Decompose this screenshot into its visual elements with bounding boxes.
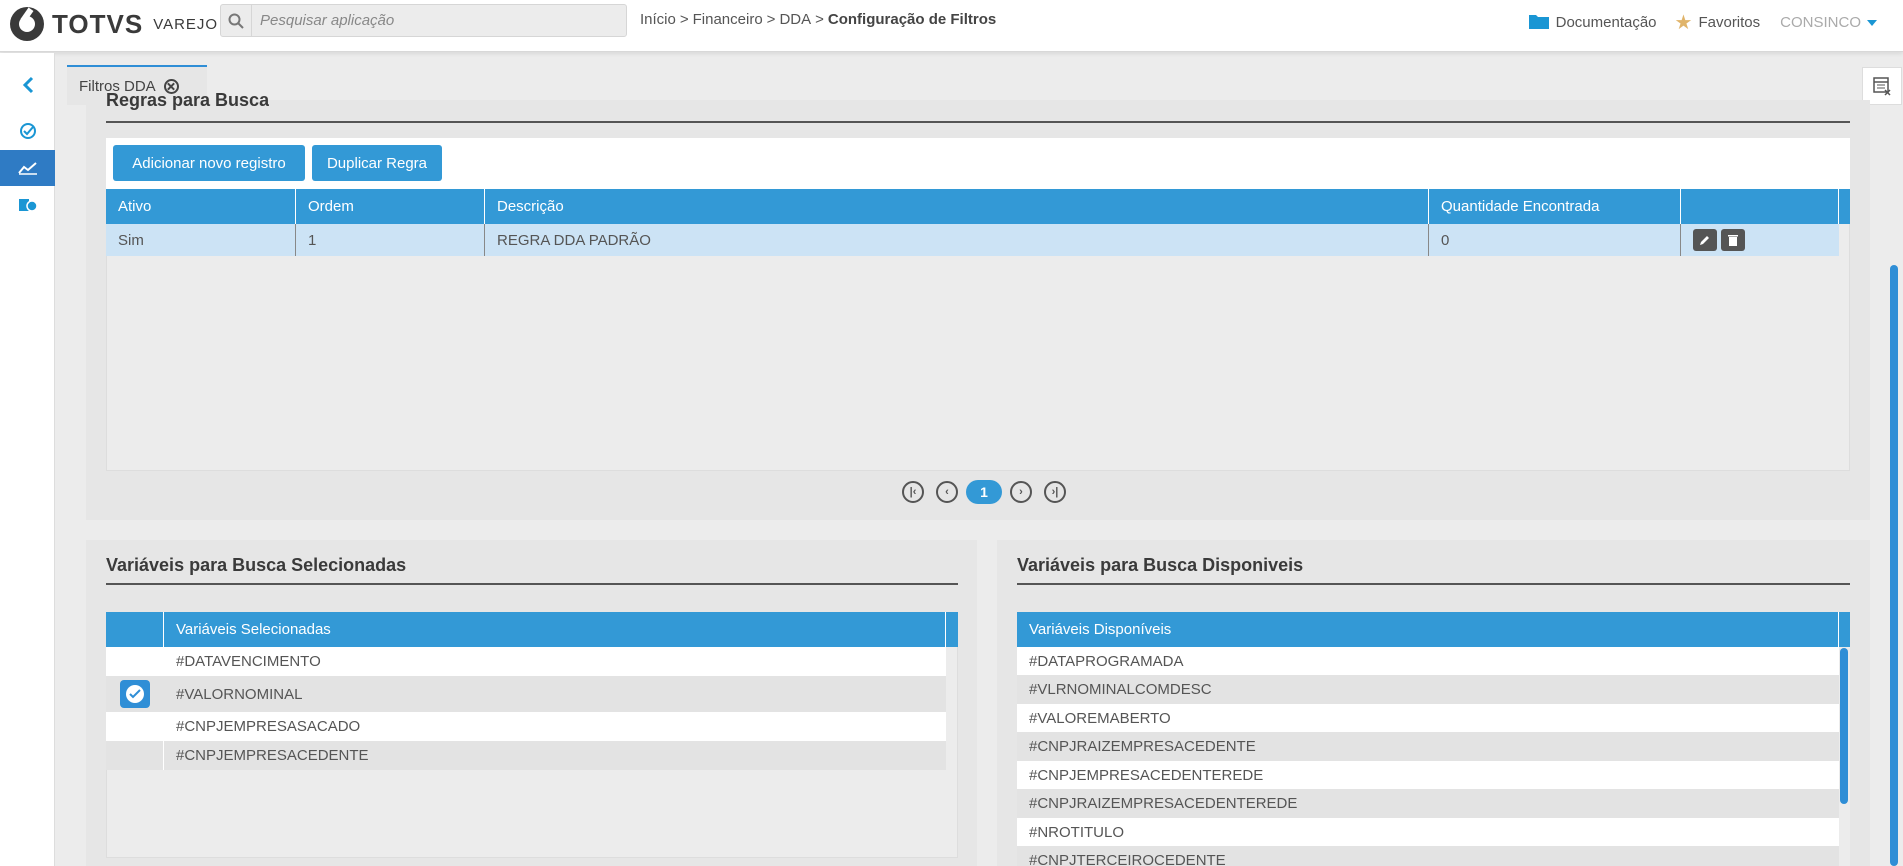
rules-title: Regras para Busca — [106, 90, 270, 110]
available-list: #DATAPROGRAMADA #VLRNOMINALCOMDESC #VALO… — [1017, 647, 1839, 866]
list-item[interactable]: #CNPJEMPRESACEDENTE — [106, 741, 946, 770]
list-item[interactable]: #CNPJRAIZEMPRESACEDENTE — [1017, 732, 1839, 761]
selected-variables-title: Variáveis para Busca Selecionadas — [106, 555, 407, 575]
page-scrollbar[interactable] — [1890, 265, 1898, 866]
cell-quantidade: 0 — [1429, 224, 1681, 256]
cell-ordem: 1 — [296, 224, 485, 256]
column-variaveis-disponiveis[interactable]: Variáveis Disponíveis — [1017, 612, 1839, 647]
column-quantidade[interactable]: Quantidade Encontrada — [1429, 189, 1681, 224]
breadcrumb-separator: > — [679, 11, 689, 28]
sidebar — [0, 53, 55, 866]
previous-page-icon[interactable]: ‹ — [936, 481, 958, 503]
finance-icon[interactable] — [0, 187, 55, 223]
logo-text: TOTVS — [52, 8, 144, 39]
top-bar: TOTVS VAREJO Início>Financeiro>DDA>Confi… — [0, 0, 1903, 52]
top-right-menu: Documentação ★ Favoritos CONSINCO — [1510, 10, 1877, 35]
last-page-icon[interactable]: ›| — [1044, 481, 1066, 503]
column-variaveis-selecionadas[interactable]: Variáveis Selecionadas — [164, 612, 946, 647]
available-title-divider — [1017, 583, 1850, 585]
search-box — [220, 4, 627, 37]
list-item[interactable]: #CNPJEMPRESASACADO — [106, 712, 946, 741]
next-page-icon[interactable]: › — [1010, 481, 1032, 503]
duplicate-rule-button[interactable]: Duplicar Regra — [312, 145, 442, 181]
list-item[interactable]: #VALORNOMINAL — [106, 676, 946, 712]
available-grid-header: Variáveis Disponíveis — [1017, 612, 1850, 647]
list-item[interactable]: #CNPJEMPRESACEDENTEREDE — [1017, 761, 1839, 789]
folder-icon — [1528, 12, 1550, 34]
checked-icon[interactable] — [120, 680, 150, 708]
current-page[interactable]: 1 — [966, 480, 1002, 504]
column-actions — [1681, 189, 1839, 224]
cell-descricao: REGRA DDA PADRÃO — [485, 224, 1429, 256]
table-row[interactable]: Sim 1 REGRA DDA PADRÃO 0 — [106, 224, 1839, 256]
column-descricao[interactable]: Descrição — [485, 189, 1429, 224]
available-list-scrollbar[interactable] — [1840, 648, 1848, 804]
logo-subtitle: VAREJO — [153, 15, 219, 33]
edit-icon[interactable] — [1693, 229, 1717, 251]
rules-grid-header: Ativo Ordem Descrição Quantidade Encontr… — [106, 189, 1850, 224]
totvs-logo[interactable]: TOTVS VAREJO — [10, 4, 218, 44]
cell-actions — [1681, 224, 1839, 256]
breadcrumb: Início > Financeiro > DDA > Configuração de Fi… — [640, 11, 996, 28]
breadcrumb-financeiro[interactable]: Financeiro — [693, 11, 763, 28]
documentation-label: Documentação — [1555, 14, 1657, 31]
pagination: |‹ ‹ 1 › ›| — [896, 480, 1072, 504]
column-ordem[interactable]: Ordem — [296, 189, 485, 224]
cell-ativo: Sim — [106, 224, 296, 256]
chart-icon[interactable] — [0, 150, 55, 186]
breadcrumb-inicio[interactable]: Início — [640, 11, 676, 28]
breadcrumb-separator: > — [766, 11, 776, 28]
selected-grid-header: Variáveis Selecionadas — [106, 612, 958, 647]
add-record-button[interactable]: Adicionar novo registro — [113, 145, 305, 181]
trash-icon[interactable] — [1721, 229, 1745, 251]
list-item[interactable]: #VALOREMABERTO — [1017, 704, 1839, 732]
check-circle-icon[interactable] — [0, 113, 55, 149]
user-name: CONSINCO — [1780, 14, 1861, 31]
selected-title-divider — [106, 583, 958, 585]
user-menu[interactable]: CONSINCO — [1780, 14, 1877, 31]
list-item[interactable]: #DATAPROGRAMADA — [1017, 647, 1839, 675]
first-page-icon[interactable]: |‹ — [902, 481, 924, 503]
variable-label: #DATAVENCIMENTO — [176, 653, 321, 670]
star-icon: ★ — [1674, 12, 1693, 34]
favorites-label: Favoritos — [1698, 14, 1761, 31]
list-item[interactable]: #DATAVENCIMENTO — [106, 647, 946, 676]
documentation-link[interactable]: Documentação — [1528, 12, 1657, 34]
available-variables-title: Variáveis para Busca Disponiveis — [1017, 555, 1304, 575]
column-checkbox — [106, 612, 164, 647]
list-item[interactable]: #CNPJTERCEIROCEDENTE — [1017, 846, 1839, 866]
breadcrumb-dda[interactable]: DDA — [779, 11, 811, 28]
list-item[interactable]: #NROTITULO — [1017, 818, 1839, 846]
variable-label: #VALORNOMINAL — [176, 685, 303, 703]
list-item[interactable]: #VLRNOMINALCOMDESC — [1017, 675, 1839, 704]
column-ativo[interactable]: Ativo — [106, 189, 296, 224]
variable-label: #CNPJEMPRESASACADO — [176, 718, 361, 735]
back-icon[interactable] — [0, 67, 55, 103]
variable-label: #CNPJEMPRESACEDENTE — [176, 747, 369, 764]
favorites-link[interactable]: ★ Favoritos — [1675, 10, 1761, 35]
search-icon[interactable] — [221, 5, 252, 36]
breadcrumb-current: Configuração de Filtros — [827, 11, 997, 28]
list-item[interactable]: #CNPJRAIZEMPRESACEDENTEREDE — [1017, 789, 1839, 818]
search-input[interactable] — [252, 12, 612, 29]
rules-title-divider — [106, 121, 1850, 123]
breadcrumb-separator: > — [815, 11, 824, 28]
chevron-down-icon — [1867, 19, 1877, 26]
totvs-logo-icon — [10, 7, 44, 41]
